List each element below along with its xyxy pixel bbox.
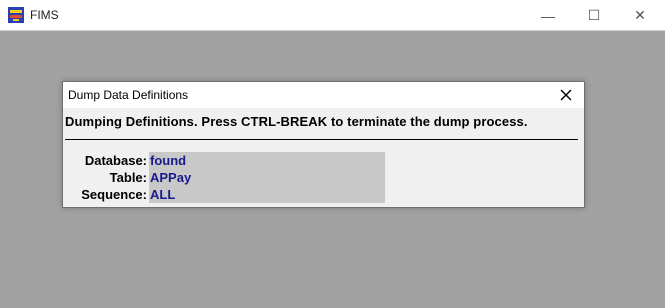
maximize-icon: ☐: [587, 7, 601, 23]
database-row: Database: found: [63, 153, 263, 170]
database-label: Database:: [84, 153, 147, 168]
minimize-button[interactable]: —: [525, 0, 571, 31]
dialog-title: Dump Data Definitions: [68, 88, 189, 102]
table-label: Table:: [109, 170, 147, 185]
close-icon: ✕: [634, 7, 646, 23]
table-row: Table: APPay: [63, 170, 263, 187]
database-value: found: [150, 153, 187, 168]
fims-app-icon: [8, 7, 24, 23]
dialog-close-button[interactable]: [548, 82, 584, 108]
app-titlebar: FIMS — ☐ ✕: [0, 0, 665, 31]
dump-data-definitions-dialog: Dump Data Definitions Dumping Definition…: [62, 81, 585, 208]
close-icon: [560, 89, 572, 101]
sequence-row: Sequence: ALL: [63, 187, 263, 204]
app-title: FIMS: [30, 8, 59, 22]
divider: [65, 139, 578, 140]
dump-status-message: Dumping Definitions. Press CTRL-BREAK to…: [65, 114, 528, 129]
close-window-button[interactable]: ✕: [617, 0, 663, 31]
maximize-button[interactable]: ☐: [571, 0, 617, 31]
dialog-titlebar: Dump Data Definitions: [63, 82, 584, 108]
table-value: APPay: [150, 170, 192, 185]
minimize-icon: —: [541, 7, 555, 24]
sequence-label: Sequence:: [81, 187, 147, 202]
sequence-value: ALL: [150, 187, 176, 202]
